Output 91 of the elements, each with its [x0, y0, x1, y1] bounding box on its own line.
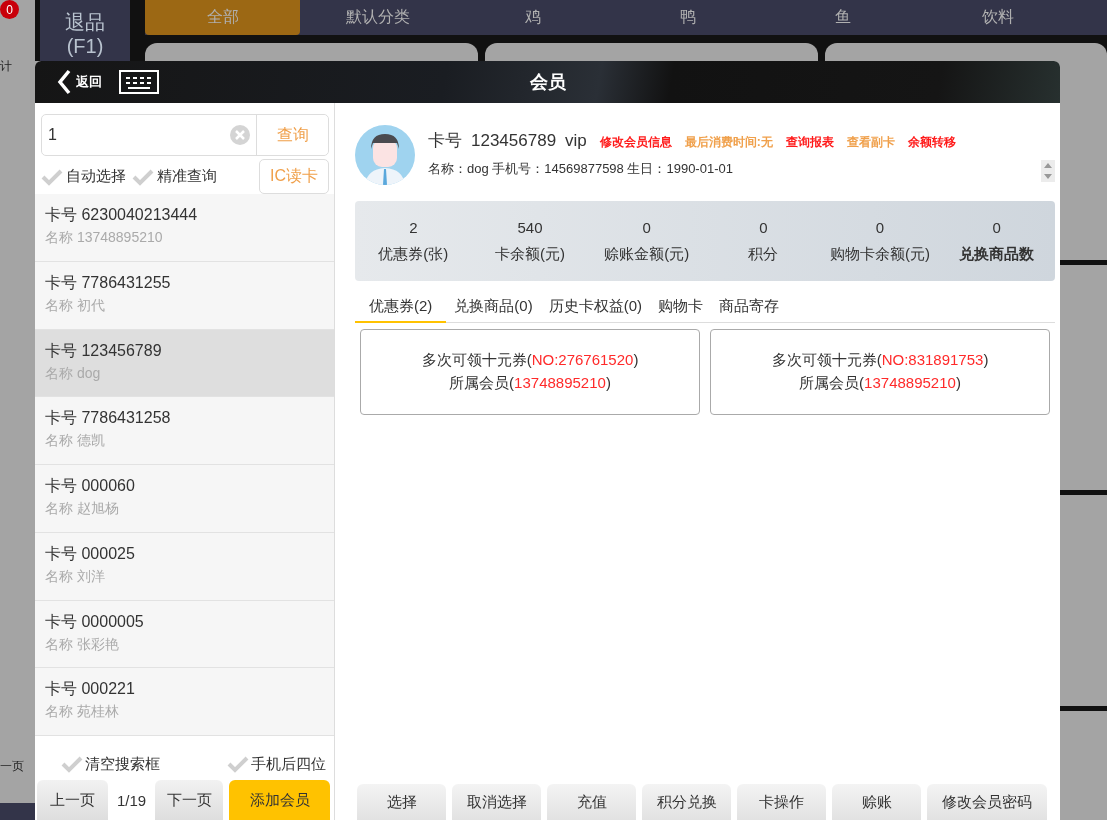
keyboard-icon[interactable]	[119, 70, 159, 94]
card-label: 卡号	[428, 130, 462, 152]
stat-value: 0	[992, 218, 1001, 236]
action-button[interactable]: 卡操作	[737, 784, 826, 820]
card-number: 卡号 000025	[45, 543, 136, 564]
product-card[interactable]	[825, 43, 1107, 61]
card-number: 卡号 000060	[45, 476, 136, 497]
member-item[interactable]: 卡号 0000005 名称 张彩艳	[35, 600, 334, 669]
member-name: 名称 13748895210	[45, 229, 164, 247]
member-item[interactable]: 卡号 000221 名称 苑桂林	[35, 668, 334, 737]
search-field[interactable]: 1	[42, 115, 257, 155]
pager-label: 一页	[0, 758, 25, 775]
member-name: 名称 德凯	[45, 432, 106, 451]
category-tab[interactable]: 饮料	[920, 0, 1075, 35]
member-level: vip	[565, 131, 587, 151]
category-tab[interactable]: 默认分类	[300, 0, 455, 35]
action-button[interactable]: 取消选择	[452, 784, 541, 820]
side-label: 计	[0, 58, 13, 75]
member-item[interactable]: 卡号 000060 名称 赵旭杨	[35, 465, 334, 533]
detail-tab[interactable]: 优惠券(2)	[355, 291, 447, 323]
action-button[interactable]: 赊账	[832, 784, 921, 820]
checkmark-icon[interactable]	[61, 755, 83, 774]
detail-tab[interactable]: 购物卡	[650, 291, 712, 323]
option-label: 清空搜索框	[85, 754, 160, 774]
member-item[interactable]: 卡号 000025 名称 刘洋	[35, 532, 334, 601]
card-number: 卡号 7786431255	[45, 272, 172, 293]
stat-label: 赊账金额(元)	[604, 244, 690, 264]
member-name: 名称 初代	[45, 296, 106, 315]
clear-icon[interactable]	[230, 125, 250, 145]
action-button[interactable]: 充值	[547, 784, 636, 820]
add-member-button[interactable]: 添加会员	[229, 780, 330, 820]
detail-tab[interactable]: 历史卡权益(0)	[540, 291, 651, 323]
action-button[interactable]: 修改会员密码	[927, 784, 1047, 820]
checkmark-icon[interactable]	[41, 167, 63, 186]
next-page-button[interactable]: 下一页	[155, 780, 223, 820]
member-item[interactable]: 卡号 7786431255 名称 初代	[35, 261, 334, 330]
option-label: 精准查询	[157, 167, 217, 186]
dialog-title: 会员	[529, 72, 566, 92]
product-card[interactable]	[145, 43, 478, 61]
coupon-card[interactable]: 多次可领十元券(NO:276761520) 所属会员(13748895210)	[360, 329, 700, 415]
previous-page-button[interactable]: 上一页	[37, 780, 108, 820]
coupon-title: 多次可领十元券(NO:831891753)	[771, 351, 989, 370]
coupon-owner: 所属会员(13748895210)	[799, 374, 961, 393]
stat-value: 0	[759, 218, 768, 236]
member-name: 名称 张彩艳	[45, 635, 120, 654]
page-indicator: 1/19	[115, 791, 148, 809]
stat-label: 购物卡余额(元)	[830, 244, 930, 264]
category-tab[interactable]: 鱼	[765, 0, 920, 35]
spinner-icon[interactable]	[1041, 160, 1055, 182]
detail-tab[interactable]: 商品寄存	[711, 291, 788, 323]
coupon-card[interactable]: 多次可领十元券(NO:831891753) 所属会员(13748895210)	[710, 329, 1050, 415]
member-details: 名称：dog 手机号：14569877598 生日：1990-01-01	[428, 160, 734, 178]
notification-badge: 0	[0, 0, 19, 19]
member-name: 名称 苑桂林	[45, 703, 120, 722]
option-label: 手机后四位	[251, 754, 326, 774]
category-tab[interactable]: 鸡	[455, 0, 610, 35]
chevron-left-icon	[57, 69, 71, 95]
checkmark-icon[interactable]	[132, 167, 154, 186]
category-tab[interactable]: 鸭	[610, 0, 765, 35]
profile-action-link[interactable]: 余额转移	[907, 134, 956, 151]
back-button[interactable]: 返回	[57, 69, 102, 95]
stat-value: 2	[409, 218, 418, 236]
stat-label: 卡余额(元)	[495, 244, 565, 264]
checkmark-icon[interactable]	[227, 755, 249, 774]
profile-action-link[interactable]: 查询报表	[785, 134, 834, 151]
action-button[interactable]: 选择	[357, 784, 446, 820]
option-label: 自动选择	[66, 167, 126, 186]
bottom-bar	[0, 803, 35, 820]
stat-label: 积分	[748, 244, 779, 264]
profile-action-link[interactable]: 修改会员信息	[599, 134, 672, 151]
product-card[interactable]	[485, 43, 818, 61]
stat-value: 0	[642, 218, 651, 236]
card-number: 卡号 6230040213444	[45, 205, 199, 225]
stat-value: 540	[517, 218, 543, 236]
stat-value: 0	[875, 218, 885, 236]
coupon-owner: 所属会员(13748895210)	[449, 374, 611, 393]
detail-tab[interactable]: 兑换商品(0)	[446, 291, 541, 323]
avatar-icon	[355, 125, 415, 185]
member-item[interactable]: 卡号 6230040213444 名称 13748895210	[35, 194, 334, 262]
card-number: 卡号 0000005	[45, 611, 145, 632]
card-number: 卡号 7786431258	[45, 408, 172, 429]
action-button[interactable]: 积分兑换	[642, 784, 731, 820]
member-name: 名称 赵旭杨	[45, 500, 120, 519]
card-number: 卡号 000221	[45, 679, 136, 700]
member-name: 名称 刘洋	[45, 567, 106, 586]
card-number: 123456789	[471, 131, 557, 151]
stat-label: 兑换商品数	[959, 244, 1035, 264]
stat-label: 优惠券(张)	[378, 244, 449, 264]
card-number: 卡号 123456789	[45, 340, 163, 361]
member-item[interactable]: 卡号 7786431258 名称 德凯	[35, 397, 334, 466]
coupon-title: 多次可领十元券(NO:276761520)	[421, 351, 639, 370]
